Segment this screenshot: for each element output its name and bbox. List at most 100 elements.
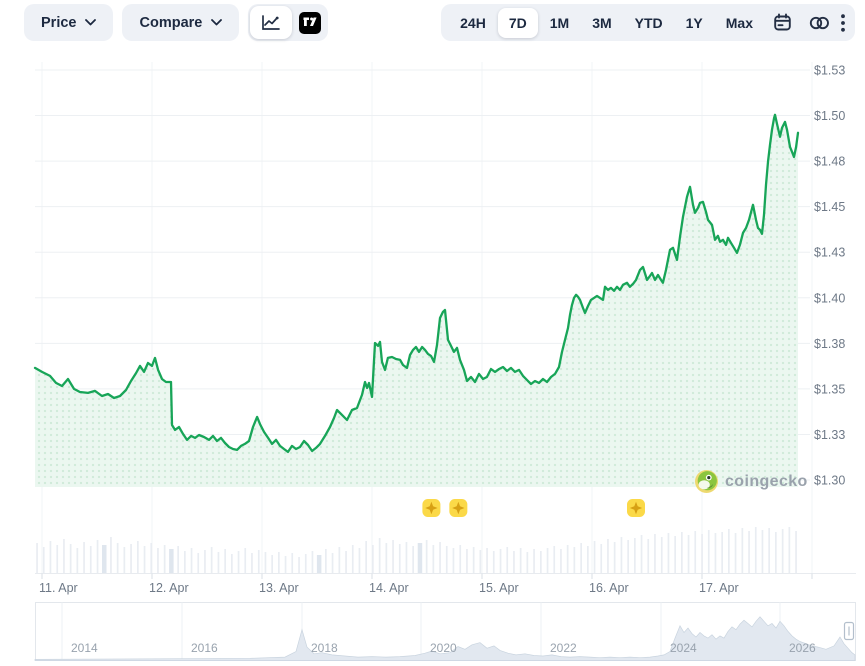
volume-bar [298,557,300,573]
toolbar-left-group: Price Compare [24,4,328,41]
coingecko-logo-icon [694,469,719,494]
volume-bar [97,540,99,573]
volume-bar [540,551,542,573]
coingecko-watermark-text: coingecko [725,473,808,491]
volume-bar [674,536,676,573]
range-button-1y[interactable]: 1Y [675,8,714,38]
volume-bar [506,547,508,573]
sparkle-event-marker[interactable] [627,499,645,517]
navigator[interactable]: 2014201620182020202220242026 [35,603,856,661]
volume-bar [480,550,482,573]
volume-bar [204,550,206,573]
navigator-year-label: 2018 [311,641,338,655]
volume-bar [218,552,220,573]
volume-bar [459,545,461,573]
volume-bar [83,542,85,573]
volume-bar [580,543,582,573]
volume-bar [372,545,374,573]
y-axis-label: $1.53 [814,63,845,77]
range-button-max[interactable]: Max [715,8,764,38]
volume-bar [500,549,502,573]
volume-bar [251,553,253,573]
volume-bar [365,541,367,573]
volume-bar [520,548,522,573]
volume-bar [681,532,683,573]
volume-bar [130,544,132,573]
volume-bar [607,539,609,573]
volume-bar [661,537,663,573]
volume-bar [63,539,65,573]
volume-bar [446,546,448,573]
range-button-1m[interactable]: 1M [539,8,580,38]
volume-bar [647,539,649,573]
volume-bar [332,553,334,573]
volume-bar [312,551,314,573]
volume-bar [406,542,408,573]
volume-bar [305,554,307,573]
volume-bar [285,556,287,573]
navigator-year-label: 2014 [71,641,98,655]
x-axis-label: 17. Apr [699,581,739,595]
navigator-handle[interactable] [845,623,854,640]
volume-bar [412,546,414,573]
volume-bar [345,551,347,573]
volume-bar [352,545,354,573]
volume-bar [164,545,166,573]
volume-bar [379,538,381,573]
volume-bar [594,541,596,573]
volume-bar [265,552,267,573]
range-button-7d[interactable]: 7D [498,8,538,38]
volume-bar [258,550,260,573]
tradingview-toggle-button[interactable] [299,12,321,34]
compare-dropdown-button[interactable]: Compare [122,4,239,41]
price-dropdown-button[interactable]: Price [24,4,113,41]
volume-bar [231,554,233,573]
x-axis-label: 14. Apr [369,581,409,595]
volume-bar [169,549,174,573]
volume-bar [533,549,535,573]
vertical-dots-icon [841,14,845,32]
range-button-3m[interactable]: 3M [581,8,622,38]
volume-bar [634,538,636,573]
calendar-button[interactable] [765,9,800,36]
volume-bar [742,528,744,573]
chart-type-toggle [248,4,328,41]
share-link-button[interactable] [801,11,838,35]
coingecko-watermark: coingecko [694,469,808,494]
volume-bar [527,552,529,573]
volume-bar [244,548,246,573]
volume-bar [325,549,327,573]
link-icon [809,15,830,31]
volume-bar [211,547,213,573]
volume-bar [392,540,394,573]
volume-bar [553,546,555,573]
volume-bar [654,534,656,573]
y-axis-label: $1.33 [814,428,845,442]
volume-bar [278,552,280,573]
x-axis-label: 12. Apr [149,581,189,595]
y-axis-label: $1.43 [814,246,845,260]
volume-bar [560,549,562,573]
volume-bar [386,543,388,573]
volume-bar [715,533,717,573]
range-button-24h[interactable]: 24H [449,8,497,38]
tradingview-icon [299,12,321,34]
volume-bar [728,529,730,573]
volume-bar [547,548,549,573]
volume-bar [102,545,107,573]
price-chart[interactable]: $1.53$1.50$1.48$1.45$1.43$1.40$1.38$1.35… [0,0,865,666]
more-options-button[interactable] [839,10,847,36]
y-axis-label: $1.35 [814,382,845,396]
volume-bar [399,544,401,573]
navigator-year-label: 2016 [191,641,218,655]
sparkle-event-marker[interactable] [449,499,467,517]
volume-bar [789,527,791,573]
range-button-ytd[interactable]: YTD [624,8,674,38]
volume-bar [795,531,797,573]
volume-bar [43,547,45,573]
line-chart-toggle-button[interactable] [250,6,292,39]
price-dropdown-label: Price [41,15,76,31]
volume-bar [768,528,770,573]
volume-bar [668,533,670,573]
sparkle-event-marker[interactable] [422,499,440,517]
